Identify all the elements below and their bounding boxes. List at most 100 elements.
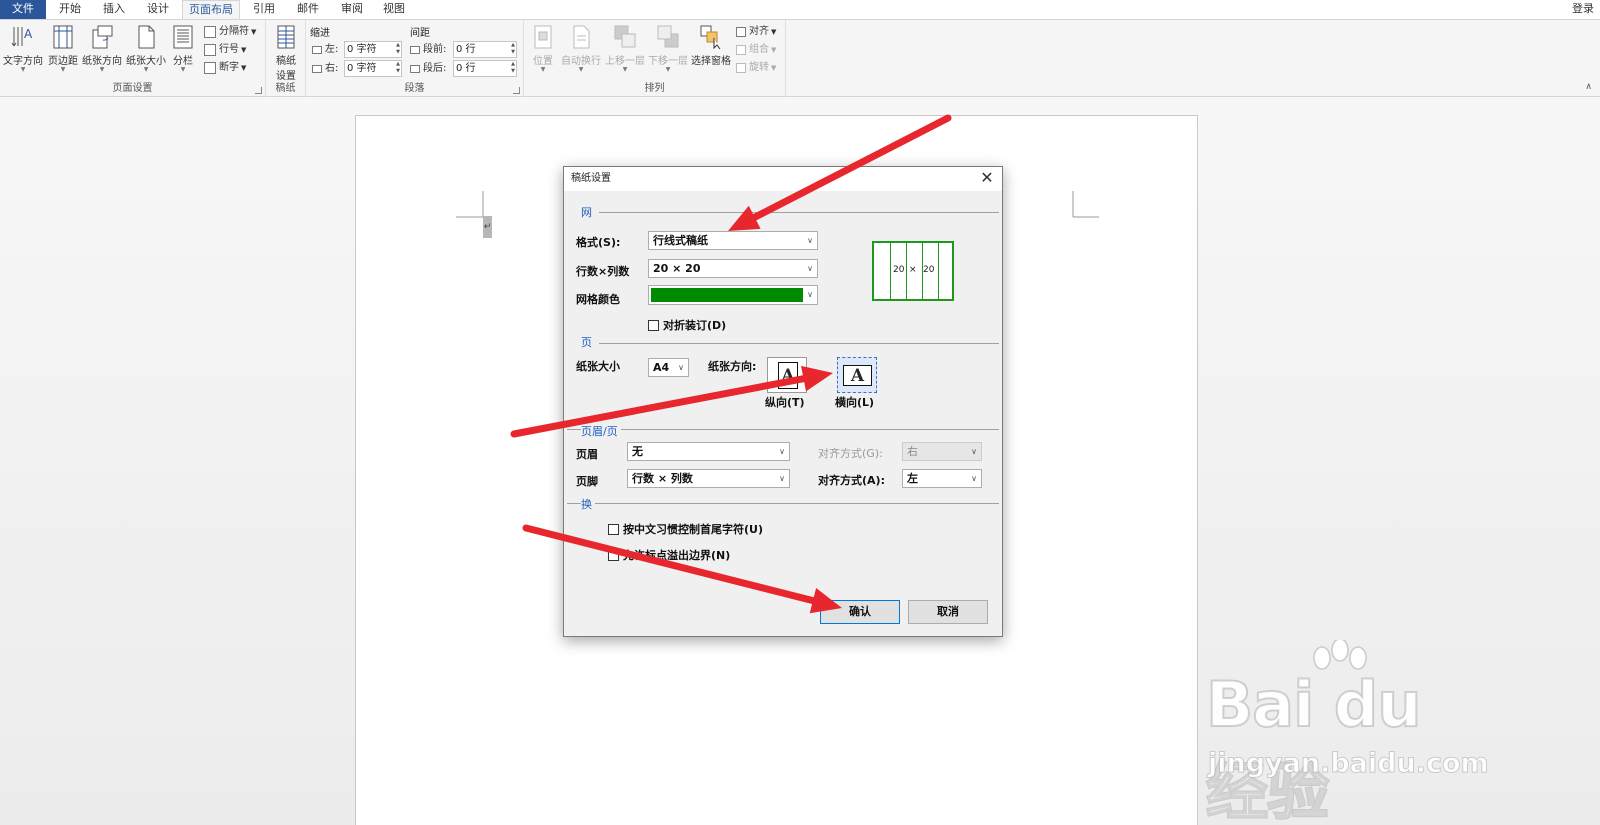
indent-right-icon [312,65,322,73]
collapse-ribbon-icon[interactable]: ∧ [1585,82,1592,92]
spinner-icon[interactable]: ▲ ▼ [511,61,515,75]
spinner-icon[interactable]: ▲ ▼ [511,42,515,56]
header-select[interactable]: 无 ∨ [627,442,790,461]
group-objects-icon [736,45,746,55]
margin-corner-mark [456,191,484,218]
format-select[interactable]: 行线式稿纸 ∨ [648,231,818,250]
spacing-after-input[interactable]: 0 行 ▲ ▼ [453,60,517,77]
line-numbers-button[interactable]: 行号 ▼ [204,41,246,59]
text-direction-label: 文字方向 [3,56,43,67]
manuscript-settings-dialog: 稿纸设置 ✕ 网 格式(S): 行线式稿纸 ∨ 行数×列数 20 × 20 ∨ 网格… [563,166,1003,637]
spinner-icon[interactable]: ▲ ▼ [396,61,400,75]
grid-color-label: 网格颜色 [576,293,620,306]
chevron-down-icon: ▼ [251,28,257,36]
bring-forward-icon [613,24,637,50]
manuscript-settings-button[interactable]: 稿纸 设置 [270,24,302,82]
watermark-brand: Bai du 经验 [1205,667,1422,825]
tab-design[interactable]: 设计 [138,0,178,19]
tab-insert[interactable]: 插入 [94,0,134,19]
section-wrap-heading-cover: 换 [581,496,595,512]
margins-button[interactable]: 页边距 ▼ [46,24,80,73]
paper-size-value: A4 [653,361,670,374]
tab-review[interactable]: 审阅 [332,0,372,19]
checkbox-box[interactable] [608,549,619,561]
chevron-down-icon: ▼ [241,64,247,72]
checkbox-box[interactable] [648,319,659,331]
align-g-select[interactable]: 右 ∨ [902,442,982,461]
wrap-rule-label: 按中文习惯控制首尾字符(U) [623,523,763,536]
margins-icon [51,24,75,50]
section-divider [599,212,999,213]
align-g-label: 对齐方式(G): [818,447,883,460]
chevron-down-icon: ▼ [143,66,149,73]
columns-button[interactable]: 分栏 ▼ [168,24,198,73]
cancel-button[interactable]: 取消 [908,600,988,624]
footer-label: 页脚 [576,475,598,488]
columns-label: 分栏 [173,56,193,67]
watermark-url: jingyan.baidu.com [1208,748,1490,780]
spacing-after-icon [410,65,420,73]
send-backward-button[interactable]: 下移一层 ▼ [647,24,689,73]
bring-forward-button[interactable]: 上移一层 ▼ [604,24,646,73]
rows-cols-select[interactable]: 20 × 20 ∨ [648,259,818,278]
breaks-button[interactable]: 分隔符 ▼ [204,23,256,41]
text-direction-button[interactable]: A 文字方向 ▼ [2,24,44,73]
selection-pane-button[interactable]: 选择窗格 [690,24,732,67]
bring-forward-label: 上移一层 [605,56,645,67]
tab-view[interactable]: 视图 [374,0,414,19]
punctuation-overflow-checkbox[interactable]: 允许标点溢出边界(N) [608,547,730,563]
spacing-heading: 间距 [410,28,430,39]
landscape-option[interactable]: A [837,357,877,393]
grid-preview: 20 × 20 [872,241,954,301]
indent-right-input[interactable]: 0 字符 ▲ ▼ [344,60,402,77]
footer-select[interactable]: 行数 × 列数 ∨ [627,469,790,488]
spinner-icon[interactable]: ▲ ▼ [396,42,400,56]
line-numbers-label: 行号 [219,44,239,55]
preview-rows: 20 [893,265,905,275]
hyphenation-icon [204,62,216,74]
wrap-text-button[interactable]: 自动换行 ▼ [560,24,602,73]
tab-page-layout[interactable]: 页面布局 [182,0,240,20]
section-page-heading: 页 [581,336,592,349]
hyphenation-button[interactable]: 断字 ▼ [204,59,246,77]
ok-button[interactable]: 确认 [820,600,900,624]
portrait-option[interactable]: A [767,357,807,393]
group-objects-button[interactable]: 组合 ▼ [736,41,776,59]
chevron-down-icon: ∨ [807,236,813,245]
tab-mailings[interactable]: 邮件 [288,0,328,19]
wrap-rule-checkbox[interactable]: 按中文习惯控制首尾字符(U) [608,521,763,537]
margins-label: 页边距 [48,56,78,67]
selection-pane-label: 选择窗格 [691,56,731,67]
indent-left-text: 左: [325,44,339,55]
align-a-value: 左 [907,472,918,485]
indent-left-value: 0 字符 [347,44,377,55]
orientation-button[interactable]: 纸张方向 ▼ [80,24,124,73]
tab-references[interactable]: 引用 [244,0,284,19]
align-button[interactable]: 对齐 ▼ [736,23,776,41]
fold-binding-checkbox[interactable]: 对折装订(D) [648,317,726,333]
group-label-arrange: 排列 [644,83,665,94]
position-button[interactable]: 位置 ▼ [528,24,558,73]
grid-color-select[interactable]: ∨ [648,285,818,305]
align-a-select[interactable]: 左 ∨ [902,469,982,488]
spacing-after-text: 段后: [423,63,447,74]
dialog-launcher-icon[interactable] [513,87,520,94]
spacing-before-input[interactable]: 0 行 ▲ ▼ [453,41,517,58]
ribbon-tab-bar: 文件 开始 插入 设计 页面布局 引用 邮件 审阅 视图 登录 [0,0,1600,20]
rotate-button[interactable]: 旋转 ▼ [736,59,776,77]
login-link[interactable]: 登录 [1572,0,1594,18]
indent-left-input[interactable]: 0 字符 ▲ ▼ [344,41,402,58]
rows-cols-label: 行数×列数 [576,265,630,278]
section-divider [567,429,999,430]
paragraph-mark-icon: ↵ [483,216,492,238]
tab-home[interactable]: 开始 [50,0,90,19]
close-icon[interactable]: ✕ [978,169,996,187]
chevron-down-icon: ∨ [678,363,684,372]
chevron-down-icon: ▼ [578,66,584,73]
dialog-launcher-icon[interactable] [255,87,262,94]
size-button[interactable]: 纸张大小 ▼ [124,24,168,73]
chevron-down-icon: ▼ [60,66,66,73]
paper-size-select[interactable]: A4 ∨ [648,358,689,377]
tab-file[interactable]: 文件 [0,0,46,19]
checkbox-box[interactable] [608,523,619,535]
